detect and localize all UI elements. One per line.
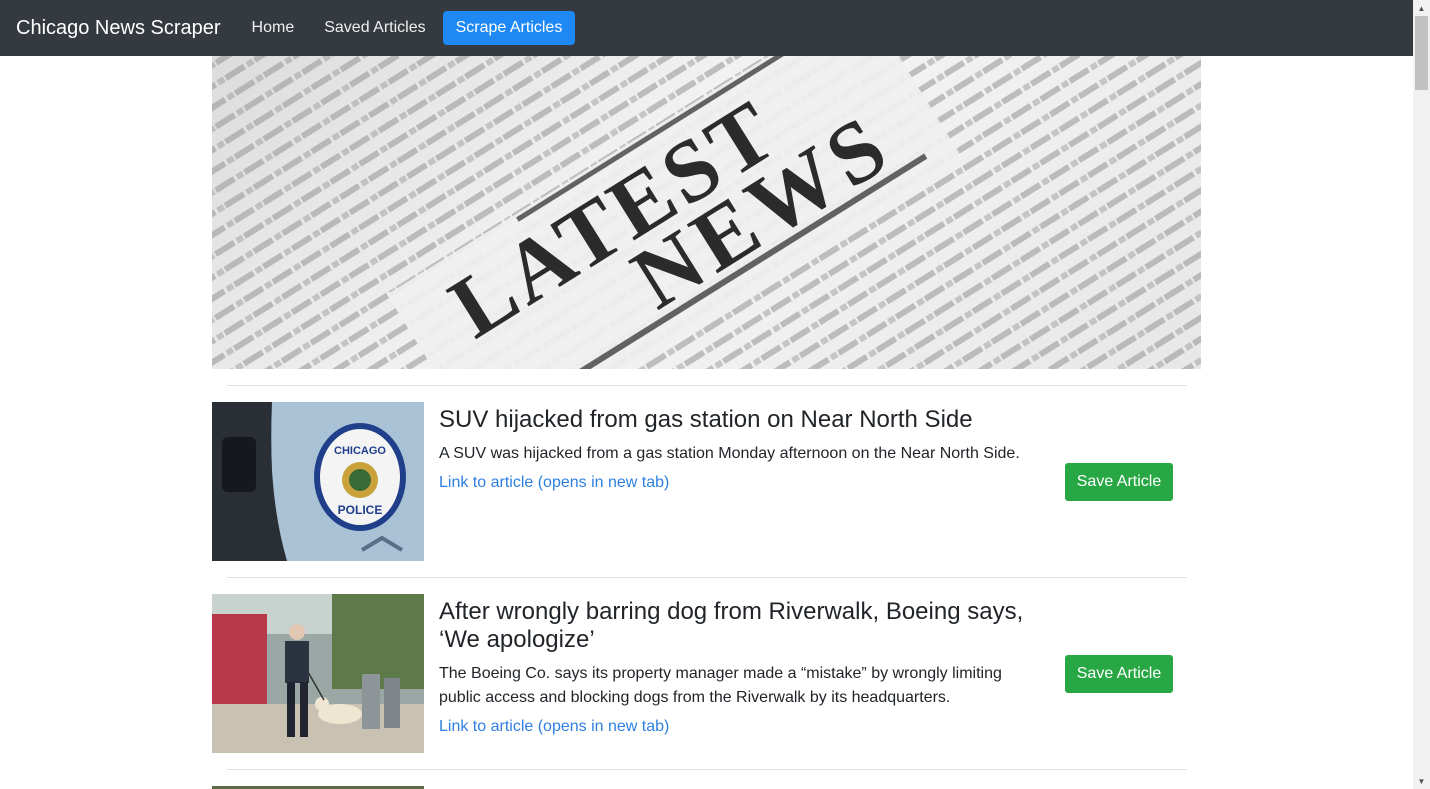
nav-saved-articles[interactable]: Saved Articles	[311, 11, 438, 45]
article-body: After wrongly barring dog from Riverwalk…	[439, 594, 1034, 739]
scroll-up-arrow-icon[interactable]: ▲	[1413, 0, 1430, 16]
save-article-button[interactable]: Save Article	[1065, 655, 1173, 693]
article-thumbnail-police: CHICAGO POLICE	[212, 402, 424, 561]
article-card: After wrongly barring dog from Riverwalk…	[212, 594, 1187, 753]
article-summary: A SUV was hijacked from a gas station Mo…	[439, 445, 1020, 462]
nav-scrape-articles-button[interactable]: Scrape Articles	[442, 11, 576, 45]
scrollbar-thumb[interactable]	[1415, 16, 1428, 90]
scroll-down-arrow-icon[interactable]: ▼	[1413, 773, 1430, 789]
nav-home[interactable]: Home	[239, 11, 308, 45]
article-summary: The Boeing Co. says its property manager…	[439, 665, 1002, 706]
latest-news-hero-image: LATEST NEWS	[212, 56, 1201, 369]
article-title: After wrongly barring dog from Riverwalk…	[439, 598, 1024, 653]
divider	[227, 577, 1187, 578]
divider	[227, 769, 1187, 770]
article-thumbnail-riverwalk	[212, 594, 424, 753]
save-article-button[interactable]: Save Article	[1065, 463, 1173, 501]
article-link[interactable]: Link to article (opens in new tab)	[439, 471, 1034, 495]
vertical-scrollbar[interactable]: ▲ ▼	[1413, 0, 1430, 789]
brand-title[interactable]: Chicago News Scraper	[16, 0, 221, 56]
article-link[interactable]: Link to article (opens in new tab)	[439, 715, 1034, 739]
article-body: SUV hijacked from gas station on Near No…	[439, 402, 1034, 495]
police-badge-icon: CHICAGO POLICE	[314, 423, 406, 531]
article-title: SUV hijacked from gas station on Near No…	[439, 406, 973, 433]
article-card: CHICAGO POLICE SUV hijacked from gas sta…	[212, 402, 1187, 561]
badge-text-police: POLICE	[338, 503, 383, 517]
badge-text-chicago: CHICAGO	[334, 445, 386, 457]
divider	[227, 385, 1187, 386]
top-navbar: Chicago News Scraper Home Saved Articles…	[0, 0, 1413, 56]
